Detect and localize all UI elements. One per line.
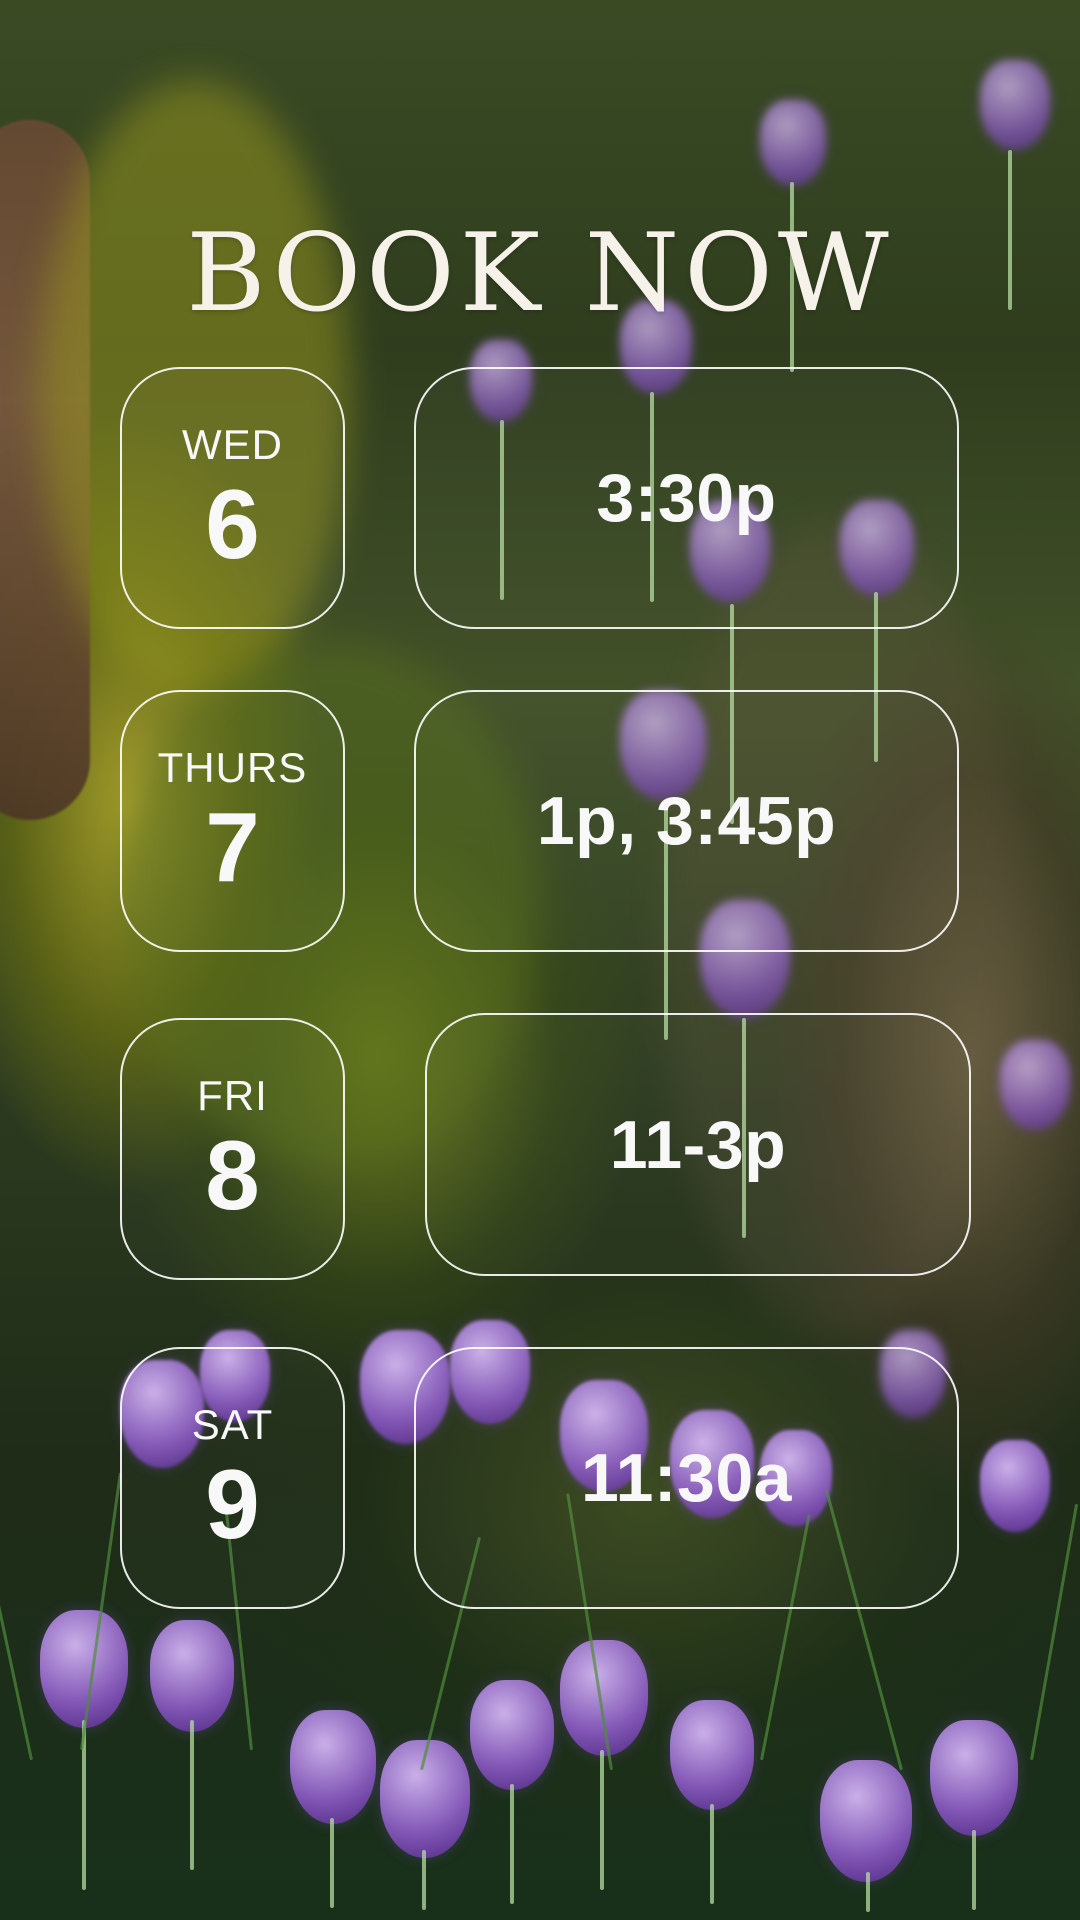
day-card-thurs[interactable]: THURS 7 xyxy=(120,690,345,952)
grass-blade xyxy=(0,1505,33,1761)
flower-stem xyxy=(972,1830,976,1910)
crocus-flower xyxy=(980,60,1050,150)
day-number: 7 xyxy=(205,792,260,903)
time-card-sat[interactable]: 11:30a xyxy=(414,1347,959,1609)
flower-stem xyxy=(422,1850,426,1910)
time-slots: 11-3p xyxy=(609,1106,787,1183)
day-number: 9 xyxy=(205,1449,260,1560)
flower-stem xyxy=(600,1750,604,1890)
crocus-flower xyxy=(380,1740,470,1858)
crocus-flower xyxy=(470,1680,554,1790)
flower-stem xyxy=(510,1784,514,1904)
page-title: BOOK NOW xyxy=(186,211,894,336)
crocus-flower xyxy=(760,100,826,186)
flower-stem xyxy=(866,1872,870,1912)
crocus-flower xyxy=(290,1710,376,1824)
crocus-flower xyxy=(820,1760,912,1882)
grass-blade xyxy=(1030,1503,1079,1761)
day-number: 6 xyxy=(205,469,260,580)
day-number: 8 xyxy=(205,1120,260,1231)
flower-stem xyxy=(330,1818,334,1908)
flower-stem xyxy=(190,1720,194,1870)
time-card-wed[interactable]: 3:30p xyxy=(414,367,959,629)
grass-blade xyxy=(80,1472,122,1751)
time-slots: 1p, 3:45p xyxy=(536,783,837,859)
crocus-flower xyxy=(980,1440,1050,1532)
day-card-fri[interactable]: FRI 8 xyxy=(120,1018,345,1280)
day-label: SAT xyxy=(191,1401,274,1449)
day-card-sat[interactable]: SAT 9 xyxy=(120,1347,345,1609)
crocus-flower xyxy=(670,1700,754,1810)
time-card-fri[interactable]: 11-3p xyxy=(425,1013,971,1276)
flower-stem xyxy=(710,1804,714,1904)
time-slots: 3:30p xyxy=(596,460,777,536)
day-label: WED xyxy=(182,421,283,469)
crocus-flower xyxy=(40,1610,128,1728)
time-card-thurs[interactable]: 1p, 3:45p xyxy=(414,690,959,952)
crocus-flower xyxy=(150,1620,234,1732)
crocus-flower xyxy=(560,1640,648,1756)
day-label: FRI xyxy=(197,1072,268,1120)
crocus-flower xyxy=(930,1720,1018,1836)
flower-stem xyxy=(82,1720,86,1890)
day-card-wed[interactable]: WED 6 xyxy=(120,367,345,629)
time-slots: 11:30a xyxy=(581,1440,792,1516)
day-label: THURS xyxy=(157,744,308,792)
